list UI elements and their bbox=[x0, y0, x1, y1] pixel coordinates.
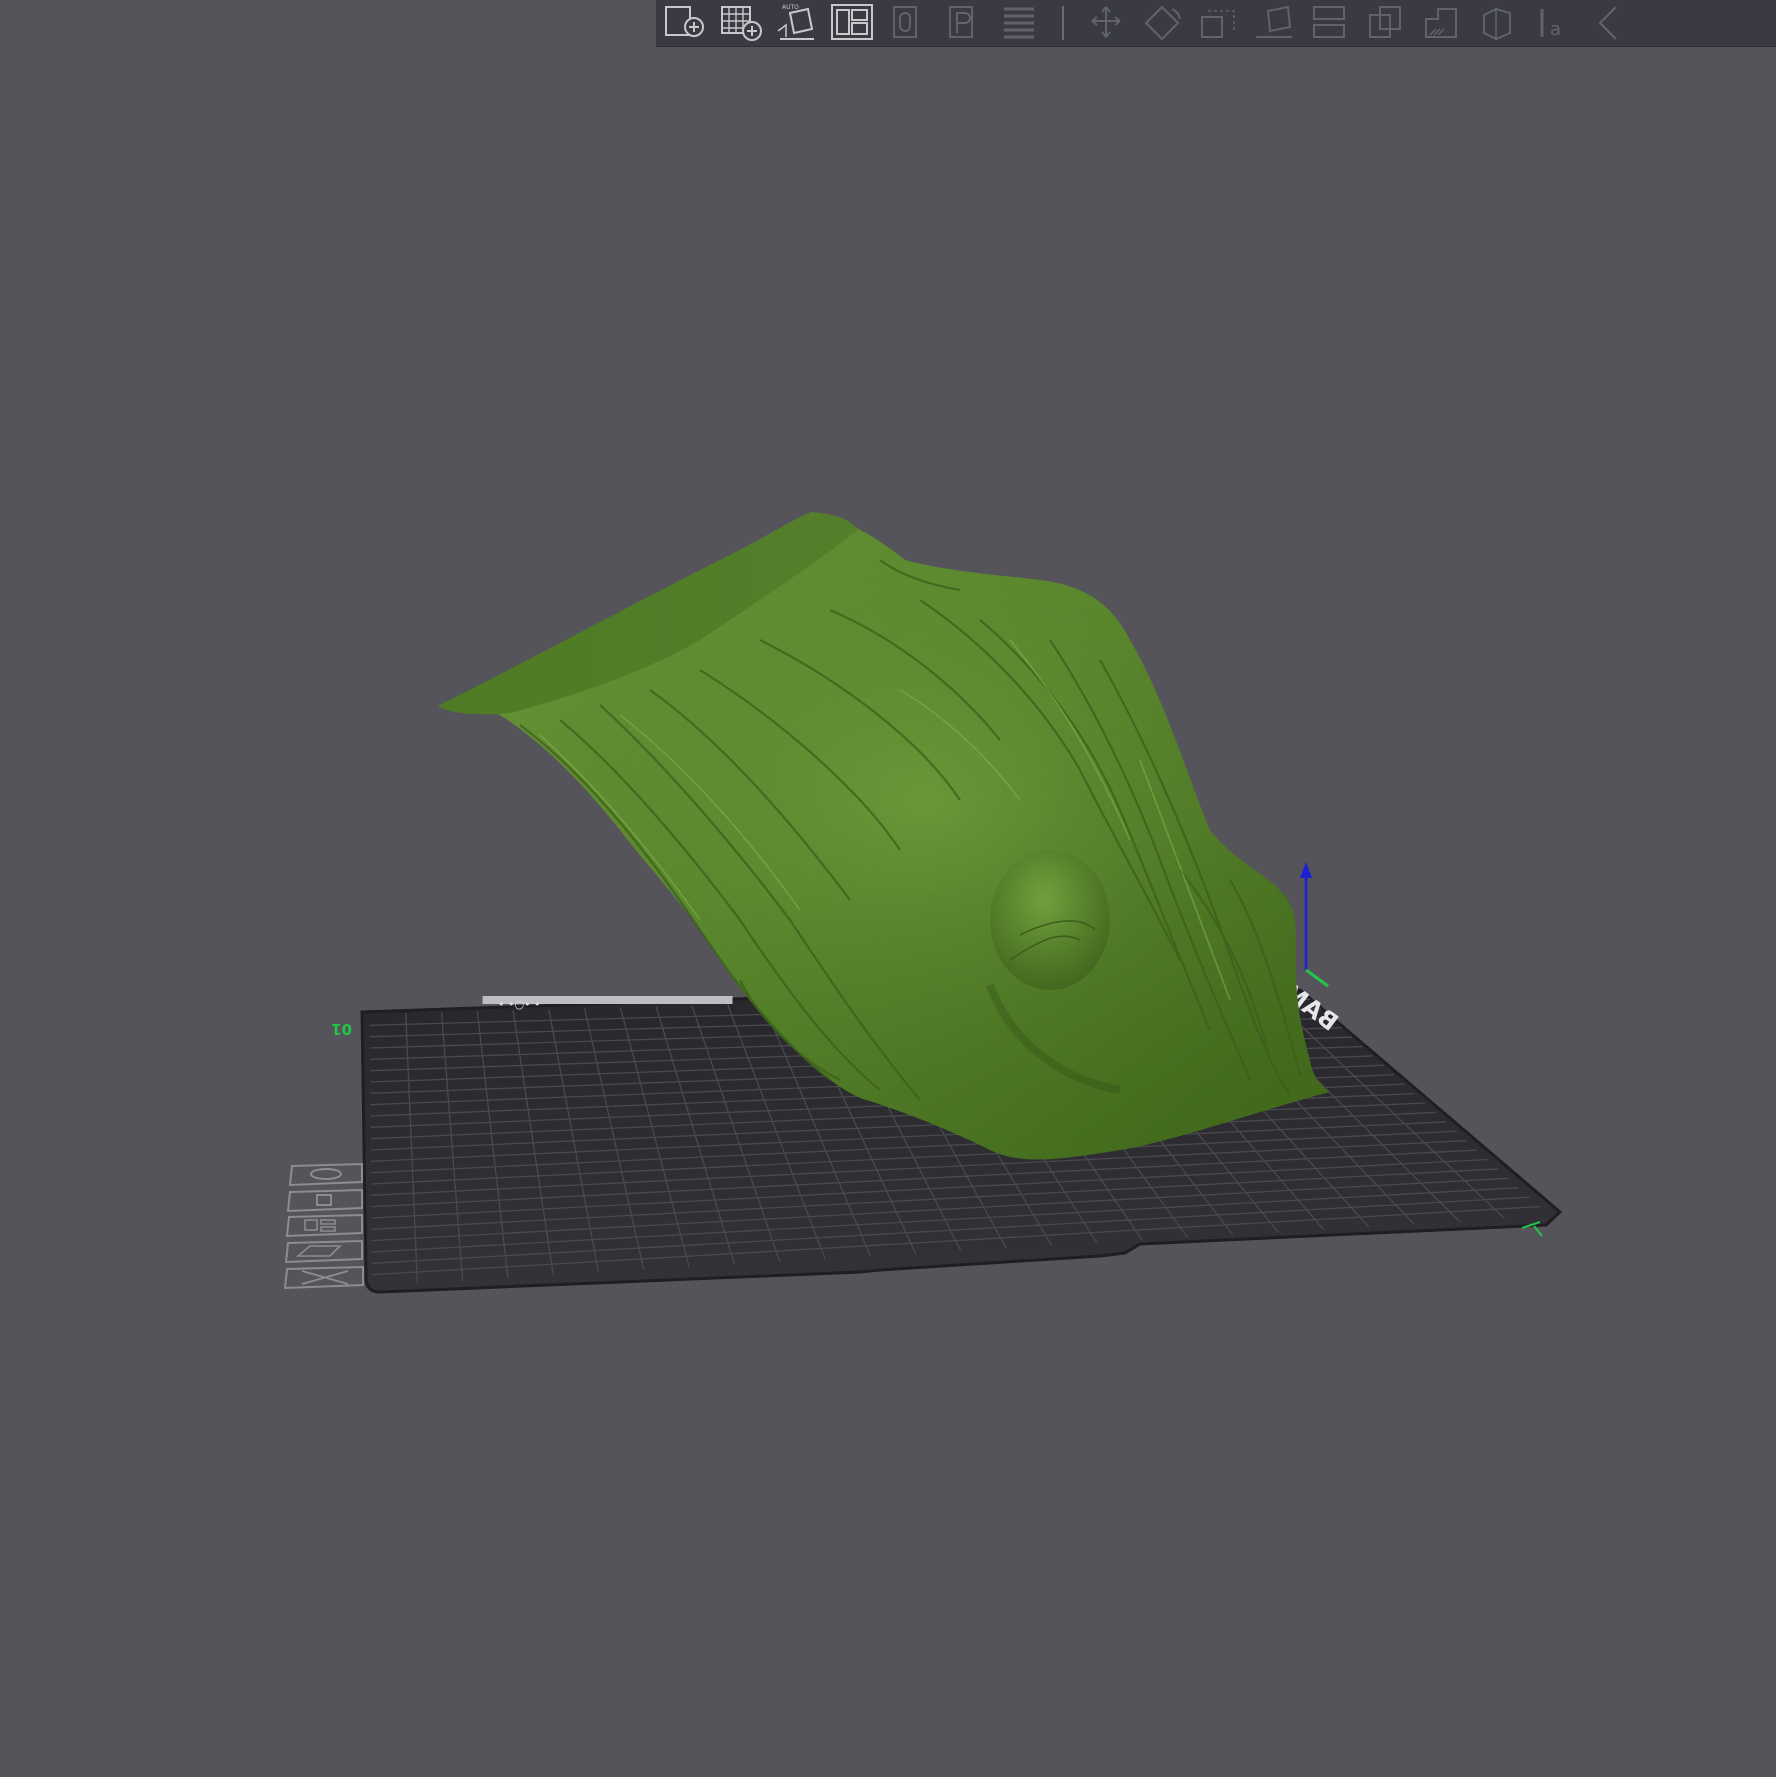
support-paint-button[interactable] bbox=[1414, 2, 1470, 44]
add-plate-icon bbox=[721, 6, 762, 41]
main-toolbar: AUTO a bbox=[656, 0, 1776, 47]
plate-delete-button[interactable] bbox=[283, 1265, 364, 1290]
move-icon bbox=[1091, 6, 1121, 38]
split-to-objects-button[interactable] bbox=[880, 2, 936, 44]
plate-tools bbox=[283, 1162, 364, 1290]
rotate-button[interactable] bbox=[1134, 2, 1190, 44]
plate-lock-button[interactable] bbox=[286, 1188, 363, 1213]
plate-top-mark: • •○• • bbox=[498, 998, 541, 1011]
settings-icon bbox=[295, 1245, 342, 1257]
add-object-icon bbox=[665, 6, 704, 37]
support-paint-icon bbox=[1425, 8, 1457, 38]
seam-paint-button[interactable] bbox=[1470, 2, 1526, 44]
toolbar-separator bbox=[1062, 6, 1064, 40]
split-parts-icon bbox=[949, 6, 973, 38]
arrange-icon bbox=[831, 4, 873, 40]
plate-arrange-button[interactable] bbox=[285, 1213, 363, 1238]
lock-icon bbox=[316, 1194, 332, 1206]
mesh-boolean-button[interactable] bbox=[1358, 2, 1414, 44]
scale-icon bbox=[1201, 10, 1235, 38]
scene-canvas[interactable]: • •○• • BAMBU TEXTURED PEI PLATE 01 bbox=[0, 0, 1776, 1777]
delete-icon bbox=[301, 1270, 349, 1285]
add-object-button[interactable] bbox=[656, 2, 712, 44]
lay-on-face-icon bbox=[1256, 5, 1292, 38]
rotate-icon bbox=[1144, 5, 1181, 41]
orient-icon bbox=[310, 1168, 342, 1180]
split-to-parts-button[interactable] bbox=[936, 2, 992, 44]
3d-viewport[interactable]: • •○• • BAMBU TEXTURED PEI PLATE 01 bbox=[0, 0, 1776, 1777]
plate-id-label: 01 bbox=[331, 1020, 352, 1038]
measure-button[interactable] bbox=[1582, 2, 1638, 44]
x-axis-arrow bbox=[1305, 968, 1329, 988]
arrange-button[interactable] bbox=[824, 2, 880, 44]
arrange-icon bbox=[304, 1219, 336, 1232]
text-button[interactable]: a bbox=[1526, 2, 1582, 44]
text-icon: a bbox=[1540, 9, 1561, 40]
mesh-boolean-icon bbox=[1369, 6, 1401, 38]
add-plate-button[interactable] bbox=[712, 2, 768, 44]
svg-text:AUTO: AUTO bbox=[782, 4, 799, 11]
svg-text:a: a bbox=[1550, 19, 1561, 40]
split-objects-icon bbox=[893, 6, 917, 38]
auto-orient-icon: AUTO bbox=[777, 4, 814, 40]
seam-paint-icon bbox=[1483, 7, 1511, 41]
auto-orient-button[interactable]: AUTO bbox=[768, 2, 824, 44]
axes-gizmo bbox=[1300, 862, 1329, 988]
move-button[interactable] bbox=[1078, 2, 1134, 44]
layers-icon bbox=[1004, 7, 1034, 39]
cut-button[interactable] bbox=[1302, 2, 1358, 44]
plate-settings-button[interactable] bbox=[284, 1239, 363, 1264]
lay-on-face-button[interactable] bbox=[1246, 2, 1302, 44]
plate-orient-button[interactable] bbox=[288, 1162, 363, 1187]
cut-icon bbox=[1313, 6, 1345, 38]
scale-button[interactable] bbox=[1190, 2, 1246, 44]
measure-icon bbox=[1598, 6, 1617, 40]
layers-button[interactable] bbox=[992, 2, 1048, 44]
